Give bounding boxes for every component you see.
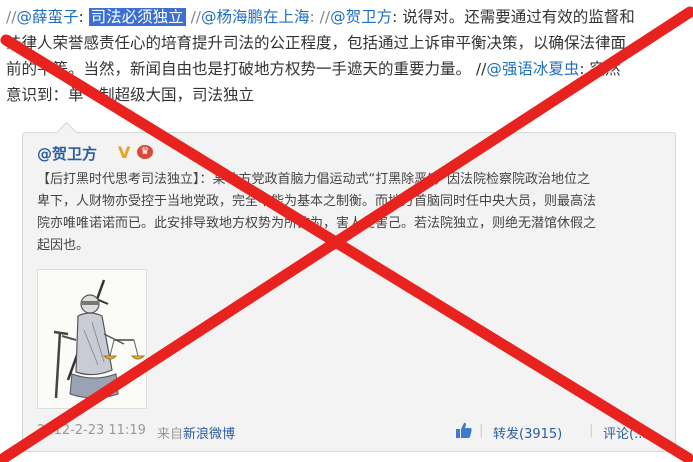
retweet-post: //@薛蛮子: 司法必须独立 //@杨海鹏在上海: //@贺卫方: 说得对。还需… xyxy=(6,4,690,108)
verified-v-icon: V xyxy=(118,143,131,162)
quote-footer: 2012-2-23 11:19 来自新浪微博 | 转发(3915) | 评论(.… xyxy=(37,419,667,443)
post-timestamp[interactable]: 2012-2-23 11:19 xyxy=(37,423,146,438)
highlighted-text: 司法必须独立 xyxy=(88,8,186,26)
quoted-author[interactable]: @贺卫方 xyxy=(37,143,97,164)
justice-statue-thumbnail[interactable] xyxy=(37,269,147,409)
post-text: : 说得对。还需要通过有效的监督和 xyxy=(392,8,635,26)
quoted-weibo: @贺卫方 V ♛ 【后打黑时代思考司法独立】：某地方党政首脑力倡运动式“打黑除恶… xyxy=(22,121,676,452)
comment-link[interactable]: 评论(... xyxy=(603,423,646,442)
repost-separator: // xyxy=(6,8,17,26)
source-link[interactable]: 新浪微博 xyxy=(183,427,235,442)
forward-link[interactable]: 转发(3915) xyxy=(493,423,562,442)
colon: : xyxy=(78,8,89,26)
repost-separator: : // xyxy=(309,8,331,26)
quoted-text: 【后打黑时代思考司法独立】：某地方党政首脑力倡运动式“打黑除恶”，因法院检察院政… xyxy=(37,169,667,257)
post-text: 前的平等。当然，新闻自由也是打破地方权势一手遮天的重要力量。 // xyxy=(6,60,487,78)
divider: | xyxy=(479,423,484,438)
post-source: 来自新浪微博 xyxy=(157,423,235,442)
quoted-line-2: 卑下，人财物亦受控于当地党政，完全不能为基本之制衡。而地方首脑同时任中央大员，则… xyxy=(37,194,597,209)
via-label: 来自 xyxy=(157,427,184,442)
quote-arrow xyxy=(55,121,78,144)
user-mention-heweifang[interactable]: @贺卫方 xyxy=(330,8,392,26)
user-mention-yanghaipeng[interactable]: @杨海鹏在上海 xyxy=(201,8,310,26)
user-mention-qiangyubing[interactable]: @强语冰夏虫 xyxy=(486,60,579,78)
post-line-3: 前的平等。当然，新闻自由也是打破地方权势一手遮天的重要力量。 //@强语冰夏虫:… xyxy=(6,56,690,82)
post-line-2: 法律人荣誉感责任心的培育提升司法的公正程度，包括通过上诉审平衡决策，以确保法律面 xyxy=(6,34,627,52)
repost-separator: // xyxy=(185,8,202,26)
quoted-line-4: 起因也。 xyxy=(37,238,90,253)
quoted-line-3: 院亦唯唯诺诺而已。此安排导致地方权势为所欲为，害人复害己。若法院独立，则绝无潜馆… xyxy=(37,216,597,231)
crown-badge-icon: ♛ xyxy=(137,145,153,159)
user-mention-xuemanzi[interactable]: @薛蛮子 xyxy=(16,8,78,26)
post-line-1: //@薛蛮子: 司法必须独立 //@杨海鹏在上海: //@贺卫方: 说得对。还需… xyxy=(6,4,690,30)
thumbs-up-icon[interactable] xyxy=(455,421,473,439)
justice-statue-image xyxy=(38,270,146,408)
quoted-line-1: 【后打黑时代思考司法独立】：某地方党政首脑力倡运动式“打黑除恶”，因法院检察院政… xyxy=(37,172,590,187)
post-line-4: 意识到：单一制超级大国，司法独立 xyxy=(6,86,255,104)
post-text: : 突然 xyxy=(579,60,621,78)
divider: | xyxy=(589,423,594,438)
